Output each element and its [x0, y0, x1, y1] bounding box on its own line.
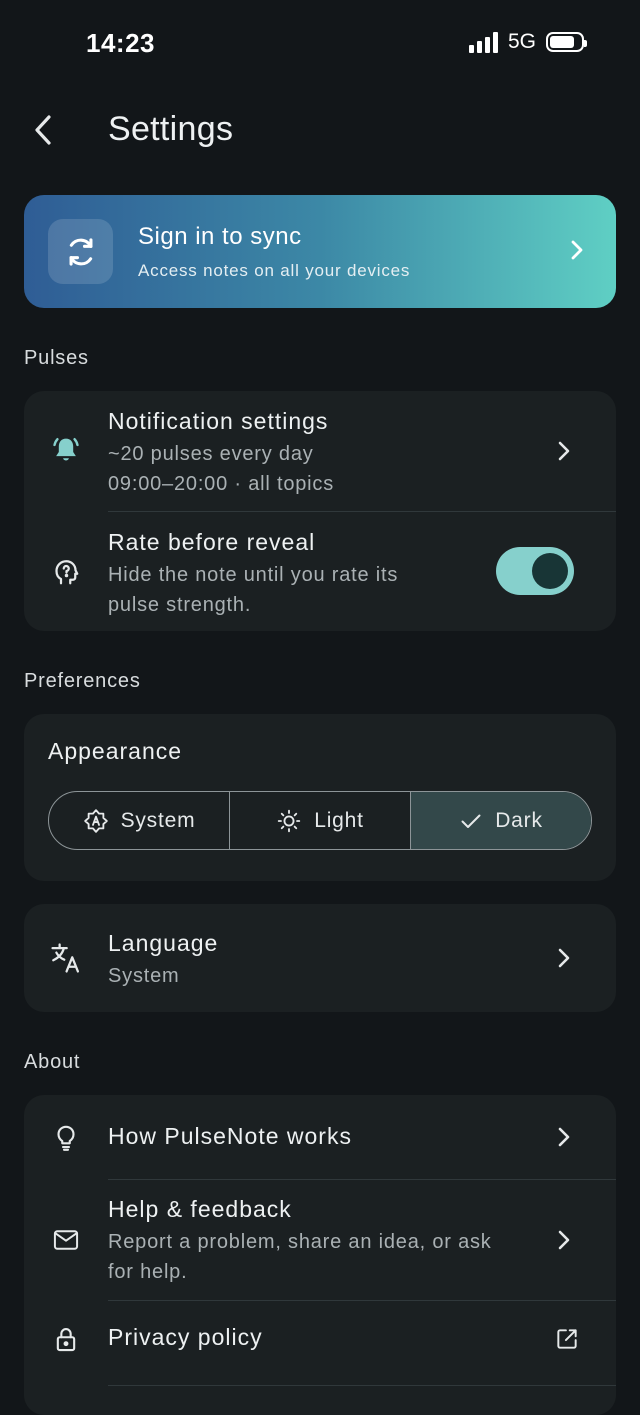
appearance-title: Appearance [48, 738, 183, 764]
status-bar: 14:23 5G [0, 0, 640, 88]
appearance-option-label: Dark [495, 808, 543, 832]
auto-brightness-icon [83, 808, 108, 833]
signal-icon [468, 31, 498, 53]
status-time: 14:23 [86, 28, 155, 58]
chevron-right-icon [558, 1127, 570, 1147]
rate-before-reveal-description: Hide the note until you rate its pulse s… [108, 564, 399, 616]
chevron-right-icon [571, 240, 583, 260]
chevron-left-icon [35, 115, 51, 145]
rate-before-reveal-title: Rate before reveal [108, 529, 316, 555]
back-button[interactable] [26, 110, 60, 150]
how-pulsenote-works-title: How PulseNote works [108, 1123, 352, 1149]
privacy-policy-title: Privacy policy [108, 1324, 263, 1350]
privacy-policy-row[interactable]: Privacy policy [24, 1301, 616, 1385]
sync-title: Sign in to sync [138, 223, 302, 250]
appearance-segmented-control: System Light Dark [48, 791, 592, 850]
section-label-about: About [24, 1051, 81, 1073]
external-link-icon [557, 1329, 577, 1349]
appearance-option-dark[interactable]: Dark [410, 792, 591, 849]
rate-before-reveal-row: Rate before reveal Hide the note until y… [24, 512, 616, 631]
notification-settings-row[interactable]: Notification settings ~20 pulses every d… [24, 391, 616, 511]
about-card: How PulseNote works Help & feedback Repo… [24, 1095, 616, 1415]
appearance-option-label: System [120, 808, 196, 832]
notification-frequency: ~20 pulses every day [108, 443, 314, 465]
language-value: System [108, 965, 180, 987]
lock-icon [48, 1321, 84, 1357]
divider [108, 1385, 616, 1386]
section-label-pulses: Pulses [24, 347, 89, 369]
battery-icon [546, 32, 587, 52]
notification-settings-title: Notification settings [108, 408, 329, 434]
pulses-card: Notification settings ~20 pulses every d… [24, 391, 616, 631]
page-title: Settings [108, 110, 234, 148]
help-feedback-title: Help & feedback [108, 1196, 292, 1222]
language-card: Language System [24, 904, 616, 1012]
notification-schedule: 09:00–20:00 · all topics [108, 473, 335, 495]
check-icon [461, 814, 481, 828]
help-feedback-row[interactable]: Help & feedback Report a problem, share … [24, 1180, 616, 1300]
header: Settings [0, 100, 640, 160]
toggle-knob [532, 553, 568, 589]
status-indicators: 5G [468, 30, 587, 54]
rate-before-reveal-toggle[interactable] [496, 547, 574, 595]
mail-icon [48, 1222, 84, 1258]
sun-icon [278, 809, 301, 832]
appearance-option-system[interactable]: System [49, 792, 229, 849]
language-row[interactable]: Language System [24, 904, 616, 1012]
appearance-option-light[interactable]: Light [229, 792, 410, 849]
chevron-right-icon [558, 441, 570, 461]
help-feedback-description: Report a problem, share an idea, or ask … [108, 1231, 492, 1283]
language-title: Language [108, 930, 219, 956]
appearance-card: Appearance System Light Dark [24, 714, 616, 881]
sign-in-sync-card[interactable]: Sign in to sync Access notes on all your… [24, 195, 616, 308]
appearance-option-label: Light [314, 808, 364, 832]
translate-icon [48, 940, 84, 976]
bell-icon [48, 432, 84, 468]
sync-subtitle: Access notes on all your devices [138, 261, 411, 280]
sync-icon [48, 219, 113, 284]
section-label-preferences: Preferences [24, 670, 141, 692]
chevron-right-icon [558, 1230, 570, 1250]
head-question-icon [48, 554, 84, 590]
lightbulb-icon [48, 1119, 84, 1155]
how-pulsenote-works-row[interactable]: How PulseNote works [24, 1095, 616, 1179]
chevron-right-icon [558, 948, 570, 968]
network-label: 5G [507, 30, 536, 53]
